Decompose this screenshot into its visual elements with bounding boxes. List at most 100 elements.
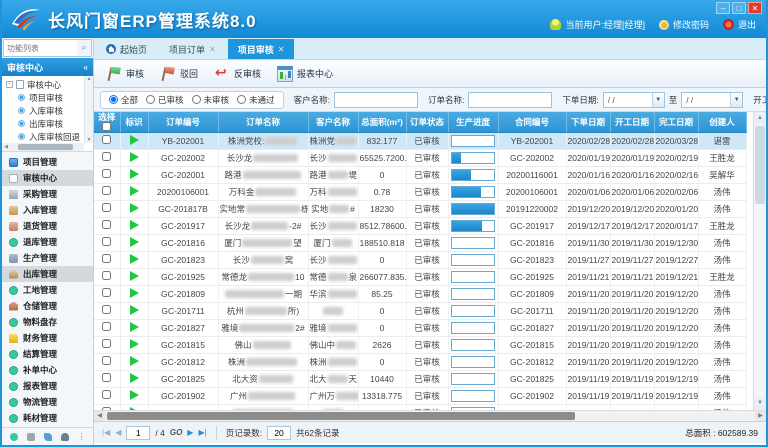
row-checkbox[interactable] — [102, 271, 111, 280]
radio-input[interactable] — [237, 95, 246, 104]
tab-close-icon[interactable]: ✕ — [278, 45, 285, 54]
page-size-input[interactable] — [267, 426, 291, 440]
column-header[interactable]: 生产进度 — [448, 112, 498, 132]
row-checkbox[interactable] — [102, 152, 111, 161]
scroll-left-icon[interactable]: ◀ — [2, 144, 10, 150]
tree-item[interactable]: 入库审核 — [6, 104, 83, 117]
table-vertical-scrollbar[interactable]: ▲ ▼ — [753, 112, 766, 410]
sidebar-menu-item[interactable]: 审核中心 — [2, 170, 93, 186]
first-page-button[interactable]: |◀ — [102, 428, 110, 437]
table-row[interactable]: GC-201816 厦门望 厦门 188510.818 已审核 GC-20181… — [94, 234, 746, 251]
chevron-down-icon[interactable]: ▼ — [652, 93, 664, 107]
toolbar-button[interactable]: 审核 — [102, 63, 152, 85]
chevron-down-icon[interactable]: ▼ — [730, 93, 742, 107]
row-checkbox[interactable] — [102, 237, 111, 246]
tree-root-audit-center[interactable]: - 审核中心 — [6, 78, 83, 91]
sidebar-menu-item[interactable]: 退货管理 — [2, 218, 93, 234]
row-checkbox[interactable] — [102, 390, 111, 399]
column-header[interactable]: 总面积(m²) — [358, 112, 406, 132]
tab[interactable]: 项目审核 ✕ — [228, 39, 295, 59]
logout-button[interactable]: 退出 — [723, 18, 756, 31]
scroll-right-icon[interactable]: ▶ — [755, 411, 766, 421]
table-row[interactable]: GC-201902 广州 广州万森林 13318.775 已审核 GC-2019… — [94, 387, 746, 404]
sidebar-menu-item[interactable]: 生产管理 — [2, 250, 93, 266]
row-checkbox[interactable] — [102, 135, 111, 144]
sidebar-menu-item[interactable]: 补单中心 — [2, 362, 93, 378]
page-number-input[interactable] — [126, 426, 150, 440]
toolbar-button[interactable]: 报表中心 — [273, 63, 341, 85]
tree-item[interactable]: 入库审核回退 — [6, 130, 83, 143]
table-row[interactable]: GC-201815 佛山 佛山中 2626 已审核 GC-201815 2019… — [94, 336, 746, 353]
tree-scroll-thumb[interactable] — [18, 144, 73, 150]
table-row[interactable]: GC-201809 一期 华滨期 85.25 已审核 GC-201809 201… — [94, 285, 746, 302]
sidebar-menu-item[interactable]: 工地管理 — [2, 282, 93, 298]
row-checkbox[interactable] — [102, 322, 111, 331]
row-checkbox[interactable] — [102, 305, 111, 314]
table-row[interactable]: 20200106001 万科金 万科一期 0.78 已审核 2020010600… — [94, 183, 746, 200]
tree-horizontal-scrollbar[interactable]: ◀ — [2, 143, 84, 151]
filter-radio[interactable]: 全部 — [109, 94, 138, 106]
prev-page-button[interactable]: ◀ — [115, 428, 121, 437]
send-icon[interactable] — [44, 433, 52, 441]
maximize-button[interactable]: □ — [732, 2, 746, 14]
row-checkbox[interactable] — [102, 373, 111, 382]
tab[interactable]: 起始页 — [96, 39, 157, 59]
radio-input[interactable] — [192, 95, 201, 104]
table-row[interactable]: GC-201825 北大资 北大天... 10440 已审核 GC-201825… — [94, 370, 746, 387]
sidebar-menu-item[interactable]: 退库管理 — [2, 234, 93, 250]
person-icon[interactable] — [61, 433, 69, 441]
table-row[interactable]: GC-201917 长沙龙-2# 长沙天... 8512.78600... 已审… — [94, 217, 746, 234]
customer-name-input[interactable] — [334, 92, 418, 108]
sidebar-menu-item[interactable]: 结算管理 — [2, 346, 93, 362]
radio-input[interactable] — [146, 95, 155, 104]
sidebar-menu-item[interactable]: 耗材管理 — [2, 410, 93, 426]
close-button[interactable]: ✕ — [748, 2, 762, 14]
table-row[interactable]: GC-201817B 实地常栋 实地# 18230 已审核 2019122000… — [94, 200, 746, 217]
collapse-icon[interactable]: « — [84, 63, 88, 72]
column-header[interactable]: 下单日期 — [566, 112, 610, 132]
scroll-up-icon[interactable]: ▲ — [754, 112, 766, 125]
column-header[interactable]: 订单状态 — [406, 112, 448, 132]
table-row[interactable]: GC-201827 雅境2# 雅境24 0 已审核 GC-201827 2019… — [94, 319, 746, 336]
row-checkbox[interactable] — [102, 254, 111, 263]
sidebar-menu-item[interactable]: 项目管理 — [2, 154, 93, 170]
tree-expand-icon[interactable]: - — [6, 81, 13, 88]
sidebar-menu-item[interactable]: 采购管理 — [2, 186, 93, 202]
sidebar-menu-item[interactable]: 出库管理 — [2, 266, 93, 282]
tree-vertical-scrollbar[interactable]: ▲▼ — [84, 76, 93, 143]
table-row[interactable]: GC-202001 路港 路港堤 0 已审核 20200116001 2020/… — [94, 166, 746, 183]
column-header[interactable]: 完工日期 — [654, 112, 698, 132]
sidebar-menu-item[interactable]: 财务管理 — [2, 330, 93, 346]
table-row[interactable]: GC-201925 常德龙10 常德泉 266077.835... 已审核 GC… — [94, 268, 746, 285]
radio-input[interactable] — [109, 95, 118, 104]
next-page-button[interactable]: ▶ — [187, 428, 193, 437]
filter-radio[interactable]: 已审核 — [146, 94, 184, 106]
more-options-icon[interactable]: ⋮ — [78, 433, 86, 441]
scroll-left-icon[interactable]: ◀ — [94, 411, 105, 421]
row-checkbox[interactable] — [102, 220, 111, 229]
table-horizontal-scrollbar[interactable]: ◀ ▶ — [94, 410, 766, 421]
row-checkbox[interactable] — [102, 203, 111, 212]
column-header[interactable]: 订单名称 — [218, 112, 308, 132]
column-header[interactable]: 合同编号 — [498, 112, 566, 132]
filter-radio[interactable]: 未审核 — [192, 94, 230, 106]
table-row[interactable]: GC-201823 长沙窝 长沙之... 0 已审核 GC-201823 201… — [94, 251, 746, 268]
column-header[interactable]: 客户名称 — [308, 112, 358, 132]
sidebar-menu-item[interactable]: 入库管理 — [2, 202, 93, 218]
function-search-input[interactable] — [4, 40, 77, 56]
column-header[interactable]: 订单编号 — [148, 112, 218, 132]
row-checkbox[interactable] — [102, 356, 111, 365]
sidebar-menu-item[interactable]: 仓储管理 — [2, 298, 93, 314]
filter-radio[interactable]: 未通过 — [237, 94, 275, 106]
row-checkbox[interactable] — [102, 186, 111, 195]
tab-close-icon[interactable]: ✕ — [209, 45, 216, 54]
search-icon[interactable]: ⌕ — [77, 40, 91, 56]
select-all-checkbox[interactable] — [102, 122, 111, 131]
column-header[interactable]: 标识 — [120, 112, 148, 132]
row-checkbox[interactable] — [102, 169, 111, 178]
toolbar-button[interactable]: 驳回 — [156, 63, 206, 85]
dot-icon[interactable] — [10, 433, 18, 441]
row-checkbox[interactable] — [102, 339, 111, 348]
table-row[interactable]: YB-202001 株洲党校: 株洲党 832.177 已审核 YB-20200… — [94, 132, 746, 149]
sidebar-menu-item[interactable]: 物料盘存 — [2, 314, 93, 330]
